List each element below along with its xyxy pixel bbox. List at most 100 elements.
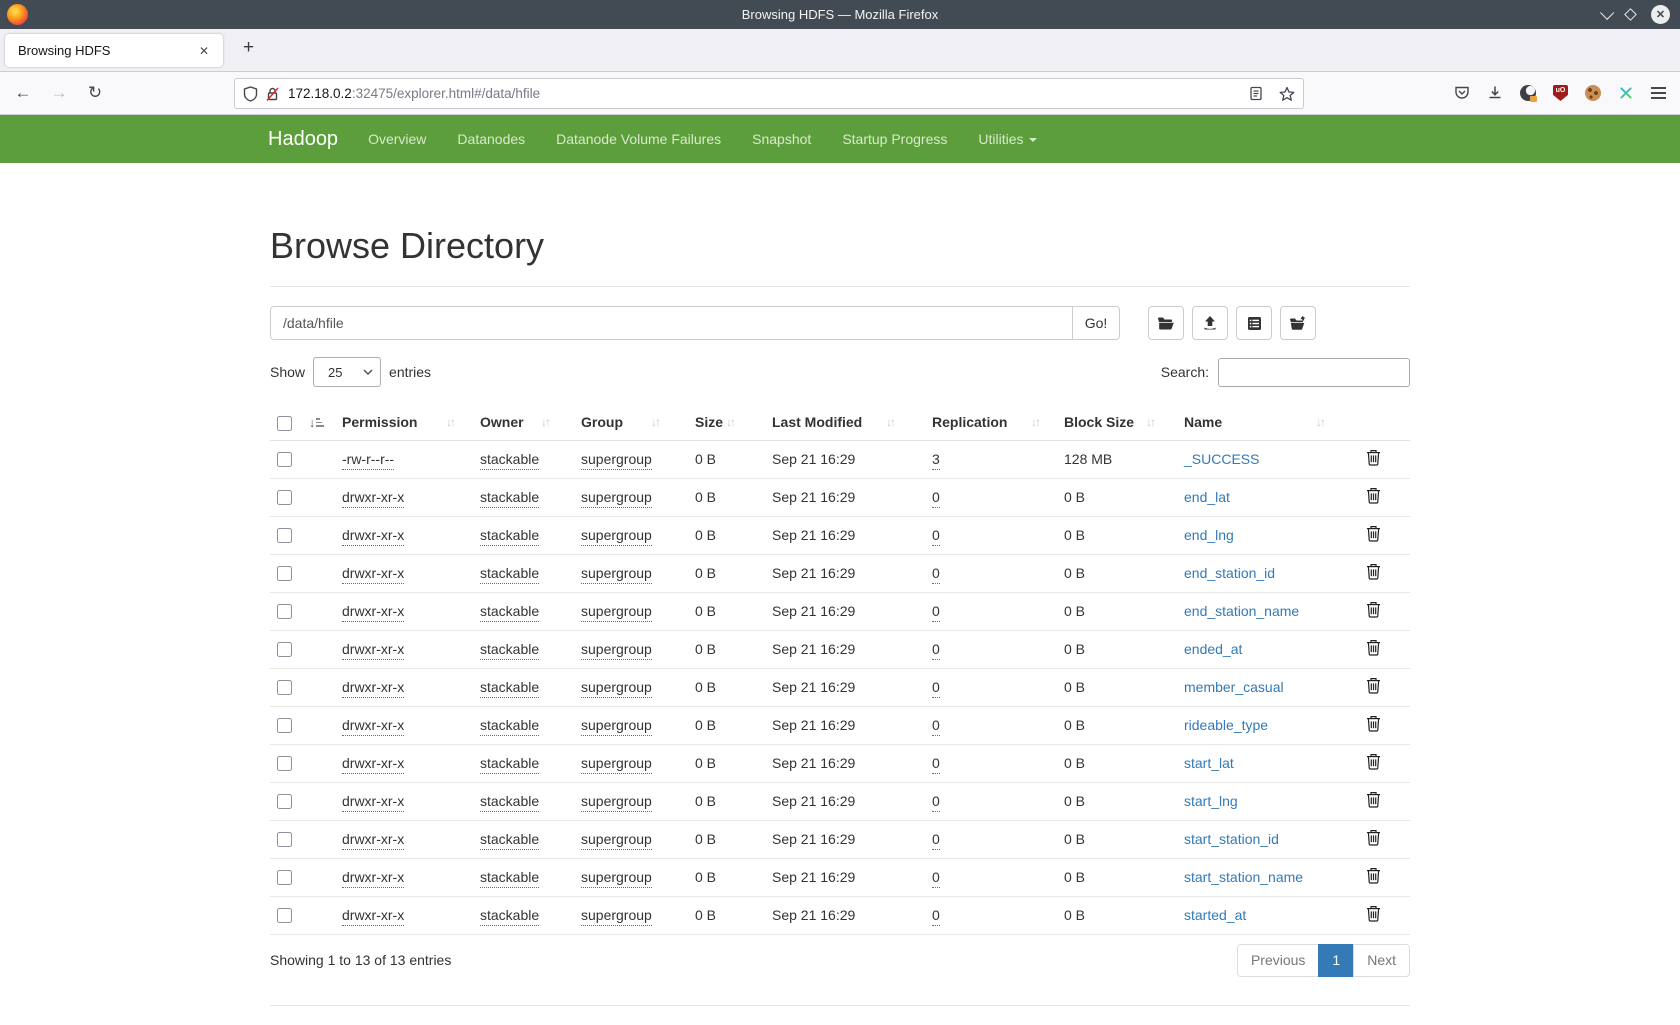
row-checkbox[interactable] xyxy=(277,870,292,885)
owner-value[interactable]: stackable xyxy=(480,489,539,508)
permission-value[interactable]: drwxr-xr-x xyxy=(342,907,404,926)
pagination-previous[interactable]: Previous xyxy=(1237,944,1319,977)
row-checkbox[interactable] xyxy=(277,832,292,847)
owner-value[interactable]: stackable xyxy=(480,451,539,470)
file-name-link[interactable]: started_at xyxy=(1184,907,1246,923)
file-name-link[interactable]: end_lat xyxy=(1184,489,1230,505)
file-name-link[interactable]: start_lng xyxy=(1184,793,1238,809)
owner-value[interactable]: stackable xyxy=(480,603,539,622)
trash-icon[interactable] xyxy=(1366,525,1381,545)
tab-browsing-hdfs[interactable]: Browsing HDFS ✕ xyxy=(5,34,223,67)
paste-queue-button[interactable] xyxy=(1236,306,1272,340)
permission-value[interactable]: drwxr-xr-x xyxy=(342,793,404,812)
replication-value[interactable]: 3 xyxy=(932,451,940,470)
replication-value[interactable]: 0 xyxy=(932,717,940,736)
go-button[interactable]: Go! xyxy=(1072,306,1120,340)
owner-value[interactable]: stackable xyxy=(480,869,539,888)
trash-icon[interactable] xyxy=(1366,677,1381,697)
window-minimize-icon[interactable] xyxy=(1600,5,1614,19)
create-directory-button[interactable] xyxy=(1280,306,1316,340)
open-folder-button[interactable] xyxy=(1148,306,1184,340)
file-name-link[interactable]: _SUCCESS xyxy=(1184,451,1259,467)
window-close-icon[interactable]: ✕ xyxy=(1651,5,1670,24)
window-maximize-icon[interactable] xyxy=(1624,8,1637,21)
nav-item-startup-progress[interactable]: Startup Progress xyxy=(842,131,947,147)
ublock-origin-icon[interactable]: uO xyxy=(1553,85,1568,101)
group-value[interactable]: supergroup xyxy=(581,603,652,622)
file-name-link[interactable]: end_station_name xyxy=(1184,603,1299,619)
file-name-link[interactable]: start_station_id xyxy=(1184,831,1279,847)
header-group[interactable]: Group↓↑ xyxy=(565,405,675,440)
header-size[interactable]: Size↓↑ xyxy=(675,405,750,440)
file-name-link[interactable]: end_station_id xyxy=(1184,565,1275,581)
nav-item-utilities[interactable]: Utilities xyxy=(978,131,1036,147)
insecure-lock-icon[interactable] xyxy=(265,86,280,102)
header-owner[interactable]: Owner↓↑ xyxy=(470,405,565,440)
file-name-link[interactable]: member_casual xyxy=(1184,679,1284,695)
permission-value[interactable]: drwxr-xr-x xyxy=(342,489,404,508)
header-replication[interactable]: Replication↓↑ xyxy=(910,405,1055,440)
file-name-link[interactable]: start_lat xyxy=(1184,755,1234,771)
trash-icon[interactable] xyxy=(1366,601,1381,621)
permission-value[interactable]: drwxr-xr-x xyxy=(342,679,404,698)
extension-privacy-icon[interactable] xyxy=(1520,85,1536,101)
new-tab-button[interactable]: + xyxy=(237,37,260,59)
row-checkbox[interactable] xyxy=(277,642,292,657)
file-name-link[interactable]: ended_at xyxy=(1184,641,1242,657)
permission-value[interactable]: drwxr-xr-x xyxy=(342,717,404,736)
permission-value[interactable]: drwxr-xr-x xyxy=(342,755,404,774)
nav-item-overview[interactable]: Overview xyxy=(368,131,426,147)
row-checkbox[interactable] xyxy=(277,908,292,923)
group-value[interactable]: supergroup xyxy=(581,489,652,508)
pocket-icon[interactable] xyxy=(1454,85,1470,101)
trash-icon[interactable] xyxy=(1366,791,1381,811)
header-name[interactable]: Name↓↑ xyxy=(1170,405,1340,440)
row-checkbox[interactable] xyxy=(277,680,292,695)
row-checkbox[interactable] xyxy=(277,490,292,505)
permission-value[interactable]: drwxr-xr-x xyxy=(342,565,404,584)
downloads-icon[interactable] xyxy=(1487,85,1503,101)
row-checkbox[interactable] xyxy=(277,528,292,543)
owner-value[interactable]: stackable xyxy=(480,793,539,812)
url-bar[interactable]: 172.18.0.2:32475/explorer.html#/data/hfi… xyxy=(234,78,1304,109)
group-value[interactable]: supergroup xyxy=(581,907,652,926)
replication-value[interactable]: 0 xyxy=(932,603,940,622)
forward-button[interactable]: → xyxy=(48,83,70,103)
cookie-extension-icon[interactable] xyxy=(1585,85,1601,101)
header-last-modified[interactable]: Last Modified↓↑ xyxy=(750,405,910,440)
owner-value[interactable]: stackable xyxy=(480,831,539,850)
directory-path-input[interactable] xyxy=(270,306,1073,340)
trash-icon[interactable] xyxy=(1366,715,1381,735)
navbar-brand-hadoop[interactable]: Hadoop xyxy=(268,128,338,151)
replication-value[interactable]: 0 xyxy=(932,755,940,774)
trash-icon[interactable] xyxy=(1366,449,1381,469)
group-value[interactable]: supergroup xyxy=(581,869,652,888)
file-name-link[interactable]: end_lng xyxy=(1184,527,1234,543)
group-value[interactable]: supergroup xyxy=(581,527,652,546)
nav-item-datanodes[interactable]: Datanodes xyxy=(457,131,525,147)
group-value[interactable]: supergroup xyxy=(581,831,652,850)
nav-item-snapshot[interactable]: Snapshot xyxy=(752,131,811,147)
permission-value[interactable]: drwxr-xr-x xyxy=(342,869,404,888)
replication-value[interactable]: 0 xyxy=(932,489,940,508)
file-name-link[interactable]: rideable_type xyxy=(1184,717,1268,733)
replication-value[interactable]: 0 xyxy=(932,907,940,926)
trash-icon[interactable] xyxy=(1366,563,1381,583)
owner-value[interactable]: stackable xyxy=(480,641,539,660)
back-button[interactable]: ← xyxy=(12,83,34,103)
row-checkbox[interactable] xyxy=(277,718,292,733)
permission-value[interactable]: -rw-r--r-- xyxy=(342,451,394,470)
page-size-select[interactable]: 25 xyxy=(313,357,381,387)
owner-value[interactable]: stackable xyxy=(480,907,539,926)
tab-close-icon[interactable]: ✕ xyxy=(195,42,213,60)
trash-icon[interactable] xyxy=(1366,867,1381,887)
pagination-page-1[interactable]: 1 xyxy=(1318,944,1354,977)
search-input[interactable] xyxy=(1218,358,1410,387)
group-value[interactable]: supergroup xyxy=(581,793,652,812)
owner-value[interactable]: stackable xyxy=(480,565,539,584)
multi-account-icon[interactable] xyxy=(1618,85,1634,101)
owner-value[interactable]: stackable xyxy=(480,527,539,546)
permission-value[interactable]: drwxr-xr-x xyxy=(342,603,404,622)
replication-value[interactable]: 0 xyxy=(932,869,940,888)
reload-button[interactable]: ↻ xyxy=(84,83,106,103)
